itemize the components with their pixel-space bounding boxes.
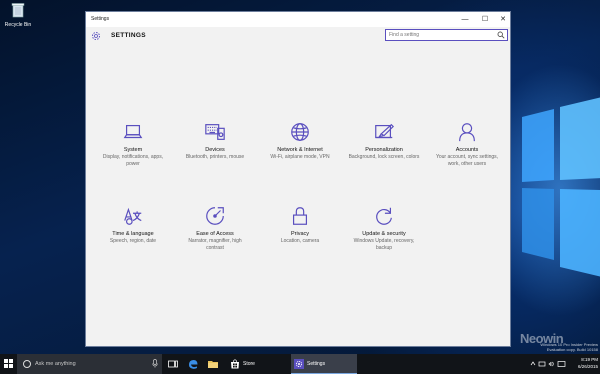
- build-watermark: Windows 10 Pro Insider Preview Evaluatio…: [528, 342, 598, 352]
- store-icon: [231, 359, 239, 369]
- tile-label: Update & security: [362, 231, 406, 237]
- start-button[interactable]: [0, 354, 17, 374]
- tile-privacy[interactable]: Privacy Location, camera: [264, 205, 336, 245]
- tile-label: Network & Internet: [277, 147, 323, 153]
- tile-label: Privacy: [290, 231, 310, 237]
- tile-ease-of-access[interactable]: Ease of Access Narrator, magnifier, high…: [179, 205, 251, 251]
- taskbar-app-label: Store: [243, 361, 255, 367]
- tile-description: Bluetooth, printers, mouse: [185, 154, 245, 160]
- minimize-button[interactable]: —: [458, 14, 472, 25]
- tile-network-internet[interactable]: Network & Internet Wi-Fi, airplane mode,…: [264, 121, 336, 161]
- microphone-icon[interactable]: [152, 359, 158, 368]
- tile-label: Personalization: [365, 147, 403, 153]
- edge-browser-icon[interactable]: [187, 358, 199, 370]
- recycle-bin[interactable]: Recycle Bin: [2, 2, 34, 28]
- settings-header: SETTINGS: [86, 27, 510, 57]
- ease-of-access-icon: [206, 207, 224, 225]
- tile-label: System: [123, 147, 143, 153]
- tile-description: Background, lock screen, colors: [348, 154, 420, 160]
- taskbar-app-label: Settings: [307, 361, 326, 367]
- taskbar-app-store[interactable]: Store: [227, 354, 285, 374]
- task-view-icon[interactable]: [167, 358, 179, 370]
- file-explorer-icon[interactable]: [207, 358, 219, 370]
- tile-description: Narrator, magnifier, high contrast: [188, 238, 242, 251]
- cortana-search-box[interactable]: Ask me anything: [17, 354, 162, 374]
- tile-description: Your account, sync settings, work, other…: [435, 154, 499, 167]
- window-title: Settings: [91, 16, 110, 22]
- tile-label: Time & language: [112, 231, 154, 237]
- tile-description: Speech, region, date: [109, 238, 157, 244]
- tile-description: Location, camera: [280, 238, 320, 244]
- language-icon: [124, 207, 142, 225]
- tile-accounts[interactable]: Accounts Your account, sync settings, wo…: [431, 121, 503, 167]
- search-input[interactable]: [386, 30, 489, 40]
- tile-label: Accounts: [455, 147, 479, 153]
- taskbar-clock[interactable]: 8:19 PM 6/26/2015: [570, 357, 598, 370]
- tile-description: Windows Update, recovery, backup: [353, 238, 415, 251]
- settings-window: Settings — ☐ ✕ SETTINGS System Display, …: [85, 11, 511, 347]
- tile-label: Ease of Access: [196, 231, 234, 237]
- person-icon: [459, 123, 475, 142]
- tile-personalization[interactable]: Personalization Background, lock screen,…: [348, 121, 420, 161]
- windows-start-icon: [4, 359, 13, 368]
- tile-system[interactable]: System Display, notifications, apps, pow…: [97, 121, 169, 167]
- lock-icon: [292, 207, 308, 225]
- find-setting-box[interactable]: [385, 29, 508, 41]
- tile-update-security[interactable]: Update & security Windows Update, recove…: [348, 205, 420, 251]
- tile-devices[interactable]: Devices Bluetooth, printers, mouse: [179, 121, 251, 161]
- page-title: SETTINGS: [111, 32, 146, 39]
- system-tray-icons[interactable]: [528, 359, 568, 369]
- tile-description: Display, notifications, apps, power: [102, 154, 164, 167]
- close-button[interactable]: ✕: [496, 14, 510, 25]
- recycle-bin-label: Recycle Bin: [4, 22, 32, 28]
- build-line-2: Evaluation copy. Build 10158: [546, 347, 598, 352]
- maximize-button[interactable]: ☐: [478, 14, 492, 25]
- title-bar[interactable]: Settings — ☐ ✕: [86, 12, 510, 27]
- tile-description: Wi-Fi, airplane mode, VPN: [270, 154, 330, 160]
- cortana-icon: [23, 360, 31, 368]
- keyboard-icon: [205, 124, 225, 140]
- search-icon[interactable]: [497, 31, 505, 39]
- taskbar-app-settings[interactable]: Settings: [291, 354, 357, 374]
- windows-logo-background: [522, 97, 600, 277]
- settings-gear-icon: [294, 359, 304, 369]
- recycle-bin-icon: [11, 3, 25, 18]
- laptop-icon: [123, 124, 143, 139]
- gear-icon: [92, 32, 100, 40]
- paintbrush-icon: [375, 123, 395, 139]
- tile-time-language[interactable]: Time & language Speech, region, date: [97, 205, 169, 245]
- taskbar: Ask me anything Store Settings 8:19 PM 6…: [0, 354, 600, 374]
- clock-date: 6/26/2015: [577, 363, 598, 369]
- sync-icon: [376, 207, 392, 225]
- globe-icon: [291, 123, 309, 141]
- cortana-placeholder: Ask me anything: [35, 361, 76, 367]
- tile-label: Devices: [205, 147, 225, 153]
